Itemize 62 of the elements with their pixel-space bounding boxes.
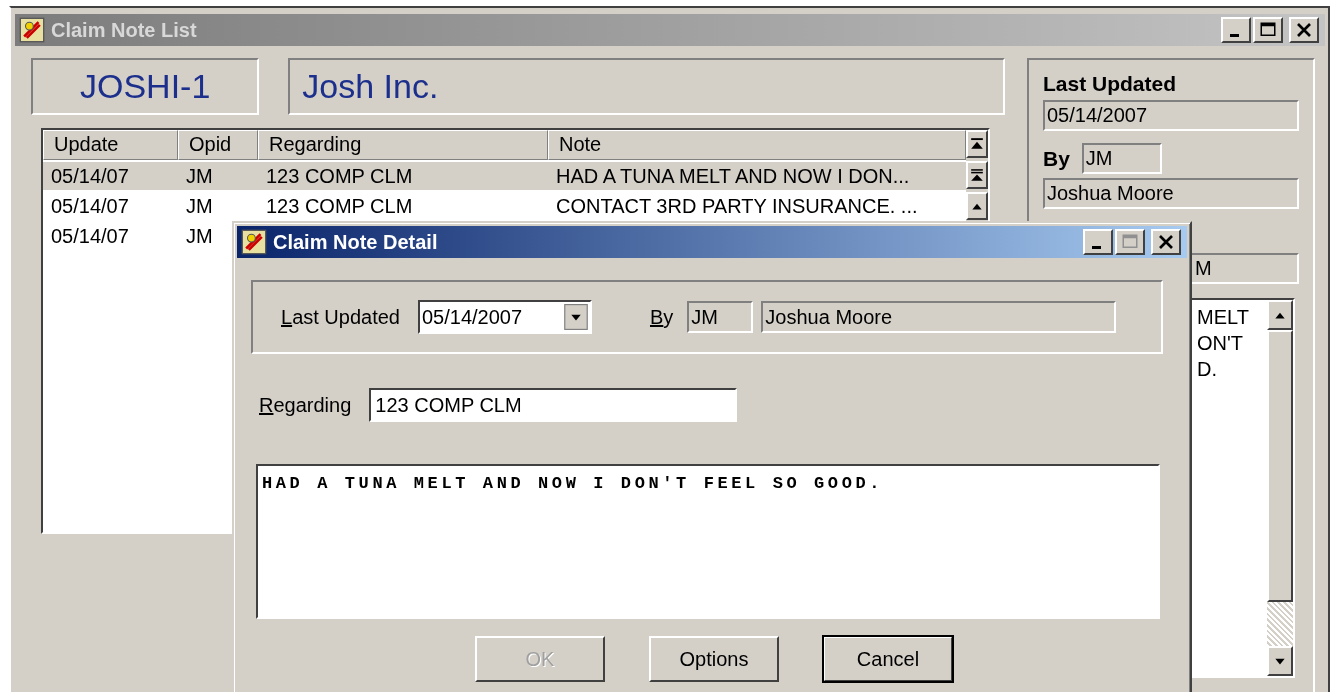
app-icon (241, 229, 267, 255)
minimize-icon (1091, 245, 1101, 249)
last-updated-field: 05/14/2007 (1043, 100, 1299, 131)
by-code-field: JM (687, 301, 754, 333)
column-header[interactable]: Update (43, 130, 178, 160)
by-label: By (1043, 146, 1070, 171)
regarding-label: Regarding (259, 393, 352, 417)
maximize-button[interactable] (1115, 229, 1145, 255)
table-cell-text: HAD A TUNA MELT AND NOW I DON... (555, 164, 911, 188)
app-icon (19, 17, 45, 43)
dropdown-icon (564, 304, 588, 330)
by-name-field: Joshua Moore (761, 301, 1117, 333)
table-cell-text: 05/14/07 (50, 194, 130, 218)
list-row[interactable]: 05/14/07 JM 123 COMP CLM HAD A TUNA MELT AND NOW I DON... (43, 162, 966, 190)
scroll-top-icon (970, 137, 984, 151)
claim-code: JOSHI-1 (31, 58, 260, 115)
by-name-field: Joshua Moore (1043, 178, 1299, 209)
close-button[interactable] (1289, 17, 1319, 43)
table-cell-text: JM (185, 194, 214, 218)
date-picker[interactable]: 05/14/2007 (418, 300, 592, 334)
list-row[interactable]: 05/14/07 JM 123 COMP CLM CONTACT 3RD PARTY INSURANCE. ... (43, 192, 966, 220)
window-title: Claim Note List (51, 18, 198, 42)
table-cell-text: CONTACT 3RD PARTY INSURANCE. ... (555, 194, 919, 218)
close-icon (1295, 21, 1313, 39)
minimize-button[interactable] (1083, 229, 1113, 255)
scroll-up-button[interactable] (1267, 300, 1293, 330)
note-field[interactable]: HAD A TUNA MELT AND NOW I DON'T FEEL SO GOOD. (256, 464, 1160, 619)
note-text: MELT (1197, 305, 1249, 330)
maximize-icon (1121, 233, 1139, 251)
column-header[interactable]: Regarding (258, 130, 548, 160)
dialog-title: Claim Note Detail (273, 230, 439, 254)
maximize-icon (1259, 21, 1277, 39)
minimize-icon (1229, 33, 1239, 37)
regarding-field[interactable]: 123 COMP CLM (369, 388, 738, 422)
table-cell-text: 05/14/07 (50, 164, 130, 188)
note-text: ON'T (1197, 331, 1244, 356)
maximize-button[interactable] (1253, 17, 1283, 43)
table-cell-text: 123 COMP CLM (265, 164, 414, 188)
table-cell-text: 123 COMP CLM (265, 194, 414, 218)
table-cell-text: JM (185, 164, 214, 188)
close-button[interactable] (1151, 229, 1181, 255)
field-text: M (1195, 257, 1212, 280)
page-up-icon (970, 168, 984, 182)
minimize-button[interactable] (1221, 17, 1251, 43)
last-updated-label: Last Updated (1043, 72, 1176, 96)
column-header[interactable]: Note (548, 130, 966, 160)
dialog-button[interactable]: Cancel (823, 636, 953, 682)
table-cell-text: 05/14/07 (50, 224, 130, 248)
dialog-button[interactable]: Options (649, 636, 779, 682)
scroll-up-button[interactable] (966, 192, 988, 220)
table-cell-text: JM (185, 224, 214, 248)
scroll-top-button[interactable] (966, 130, 988, 158)
scroll-down-button[interactable] (1267, 646, 1293, 676)
scroll-thumb[interactable] (1267, 330, 1293, 602)
note-text: D. (1197, 357, 1217, 382)
by-label: By (650, 305, 674, 329)
column-header[interactable]: Opid (178, 130, 258, 160)
close-icon (1157, 233, 1175, 251)
client-name: Josh Inc. (288, 58, 1005, 115)
last-updated-label: Last Updated (281, 305, 400, 329)
by-code-field: JM (1081, 143, 1162, 174)
page-up-button[interactable] (966, 161, 988, 189)
